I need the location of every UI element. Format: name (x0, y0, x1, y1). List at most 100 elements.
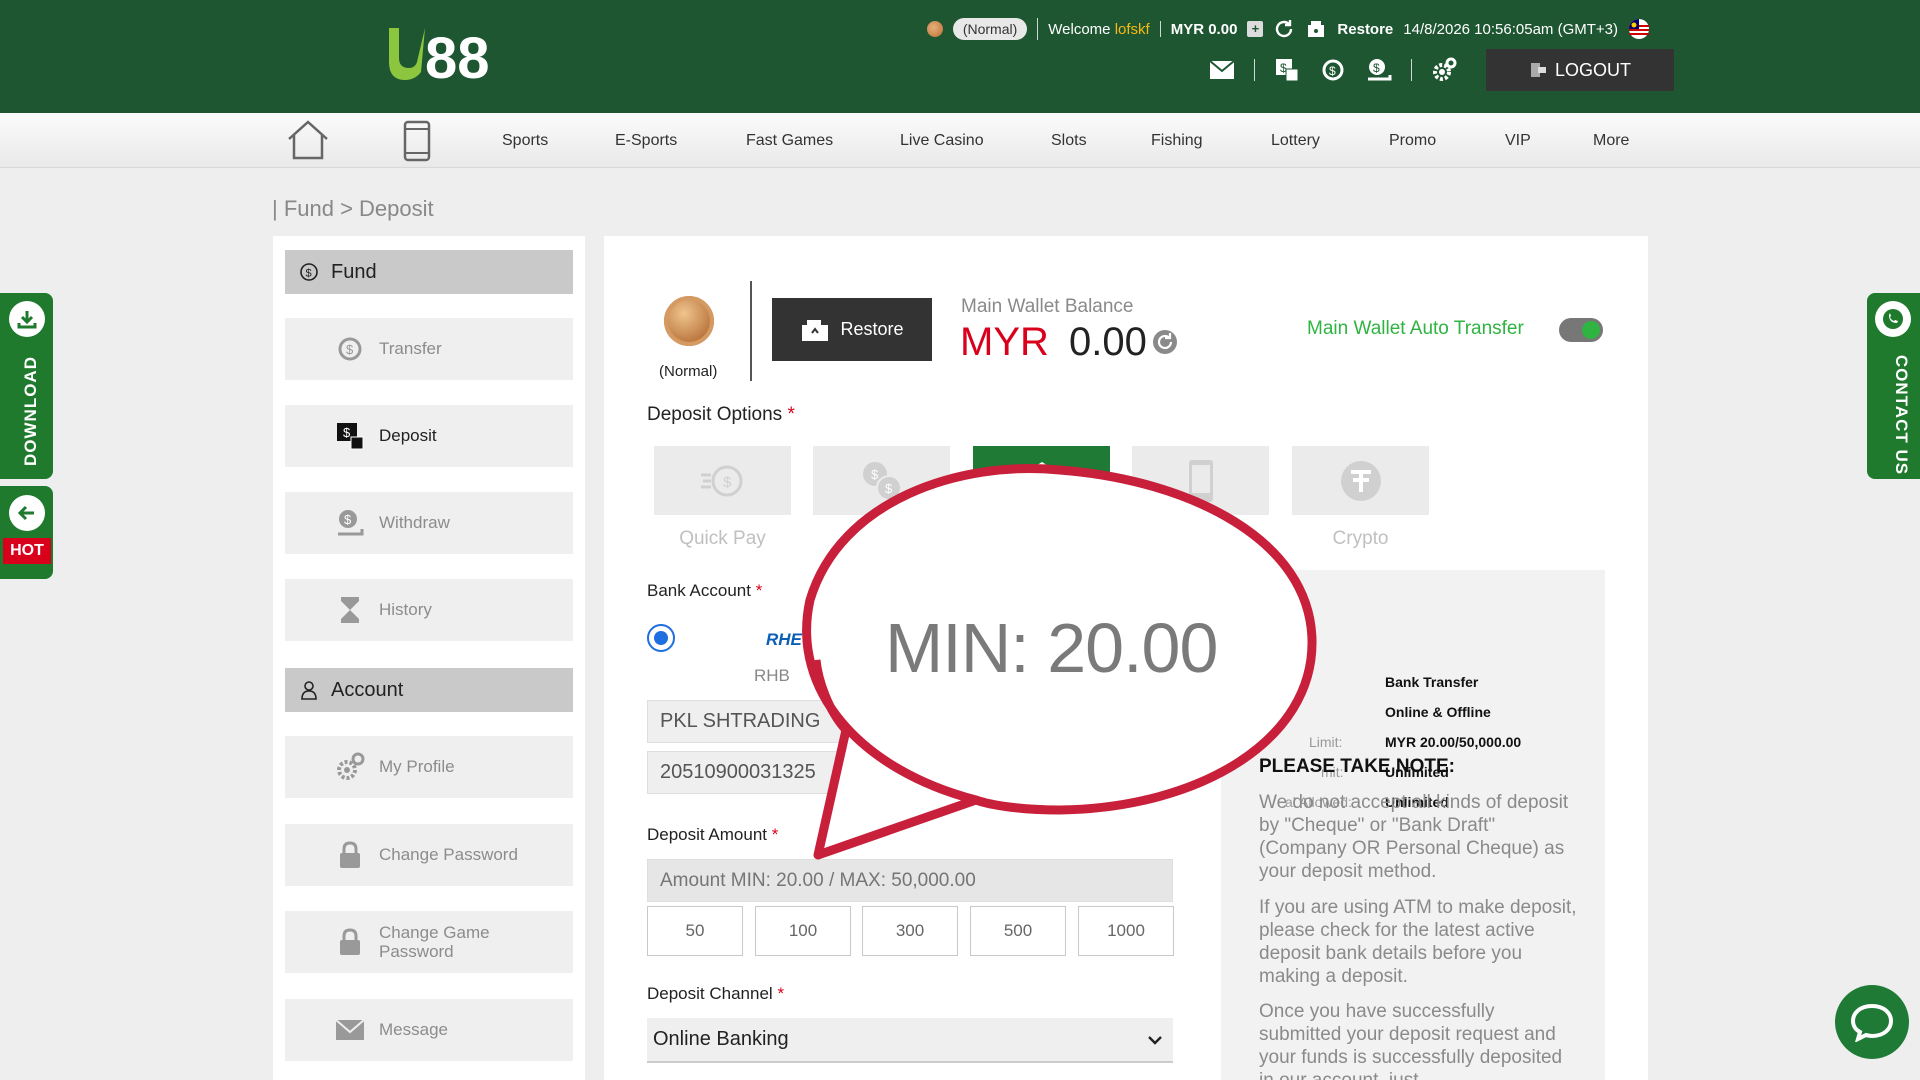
contact-us-tab[interactable]: CONTACT US (1867, 293, 1920, 479)
add-funds-icon[interactable]: + (1247, 21, 1264, 37)
quick-amount-1000[interactable]: 1000 (1078, 906, 1174, 956)
header-wallet-balance: MYR 0.00 (1170, 20, 1238, 38)
quick-amount-50[interactable]: 50 (647, 906, 743, 956)
svg-text:$: $ (1329, 64, 1336, 78)
option-p2p-transfer[interactable]: $ $ (813, 446, 950, 515)
account-actions: $ $ $ LOGOUT (1208, 49, 1674, 91)
nav-esports[interactable]: E-Sports (615, 113, 677, 168)
divider (1159, 21, 1161, 37)
sidebar-item-history[interactable]: History (285, 579, 573, 641)
restore-wallet-icon[interactable] (1305, 18, 1327, 40)
header-restore-link[interactable]: Restore (1337, 21, 1393, 38)
logout-button[interactable]: LOGOUT (1486, 49, 1674, 91)
sidebar-item-transfer[interactable]: $ Transfer (285, 318, 573, 380)
download-icon (9, 301, 45, 337)
nav-lottery[interactable]: Lottery (1271, 113, 1320, 168)
svg-text:$: $ (723, 474, 732, 491)
balance-title: Main Wallet Balance (961, 296, 1134, 317)
sidebar-item-change-game-password[interactable]: Change Game Password (285, 911, 573, 973)
lock-icon (335, 840, 365, 870)
sidebar: $ Fund $ Transfer $ Deposit $ Withdraw H… (273, 236, 585, 1080)
svg-text:$: $ (346, 342, 354, 357)
u88-logo[interactable]: 88 (385, 22, 515, 84)
main-nav: Sports E-Sports Fast Games Live Casino S… (0, 113, 1920, 168)
live-chat-button[interactable] (1835, 985, 1909, 1059)
deposit-amount-label: Deposit Amount * (647, 825, 779, 844)
vip-medal-icon (926, 21, 943, 37)
option-crypto[interactable] (1292, 446, 1429, 515)
deposit-panel: (Normal) Restore Main Wallet Balance MYR… (604, 236, 1648, 1080)
deposit-channel-label: Deposit Channel * (647, 984, 785, 1003)
account-status-bar: (Normal) Welcome lofskf MYR 0.00 + Resto… (926, 16, 1650, 42)
option-label-p2p: P2P T (855, 528, 908, 549)
info-value-method: Bank Transfer (1385, 674, 1479, 690)
note-title: PLEASE TAKE NOTE: (1259, 756, 1455, 777)
balance-amount: 0.00 (1069, 320, 1147, 364)
sidebar-item-my-profile[interactable]: My Profile (285, 736, 573, 798)
quick-amount-500[interactable]: 500 (970, 906, 1066, 956)
nav-vip[interactable]: VIP (1505, 113, 1531, 168)
nav-fishing[interactable]: Fishing (1151, 113, 1203, 168)
option-quick-pay[interactable]: $ (654, 446, 791, 515)
svg-text:$: $ (344, 512, 352, 527)
nav-promo[interactable]: Promo (1389, 113, 1436, 168)
deposit-icon: $ (335, 421, 365, 451)
nav-live-casino[interactable]: Live Casino (900, 113, 984, 168)
vip-level-label: (Normal) (659, 363, 718, 380)
nav-more[interactable]: More (1593, 113, 1629, 168)
restore-button[interactable]: Restore (772, 298, 932, 361)
home-icon[interactable] (286, 119, 330, 161)
bank-radio[interactable] (647, 624, 675, 652)
bank-name: RHB (754, 666, 790, 685)
bank-account-label: Bank Account * (647, 581, 763, 600)
hot-tab[interactable]: HOT (0, 486, 53, 579)
logout-icon (1530, 63, 1546, 77)
mail-icon[interactable] (1208, 56, 1236, 84)
auto-transfer-toggle[interactable] (1559, 318, 1603, 342)
note-paragraph: If you are using ATM to make deposit, pl… (1259, 897, 1577, 987)
chat-icon (1850, 1003, 1894, 1042)
settings-icon[interactable] (1430, 56, 1458, 84)
refresh-icon[interactable] (1273, 18, 1295, 40)
top-header: 88 (Normal) Welcome lofskf MYR 0.00 + Re… (0, 0, 1920, 113)
download-label: DOWNLOAD (20, 356, 40, 466)
deposit-amount-input[interactable] (647, 859, 1173, 902)
sidebar-item-deposit[interactable]: $ Deposit (285, 405, 573, 467)
nav-sports[interactable]: Sports (502, 113, 548, 168)
mobile-app-icon[interactable] (402, 120, 432, 162)
svg-text:$: $ (871, 467, 879, 482)
sidebar-item-message[interactable]: Message (285, 999, 573, 1061)
account-number-field[interactable]: 20510900031325 (647, 751, 1173, 794)
balance-currency: MYR (960, 320, 1049, 364)
balance-refresh-icon[interactable] (1152, 329, 1178, 355)
fund-icon: $ (300, 263, 318, 281)
nav-fast-games[interactable]: Fast Games (746, 113, 833, 168)
quick-amount-100[interactable]: 100 (755, 906, 851, 956)
withdraw-icon: $ (335, 508, 365, 538)
settings-icon (335, 752, 365, 782)
deposit-icon[interactable]: $ (1273, 56, 1301, 84)
username: lofskf (1114, 20, 1150, 38)
option-bank-transfer[interactable]: $ (973, 446, 1110, 515)
sidebar-item-change-password[interactable]: Change Password (285, 824, 573, 886)
nav-slots[interactable]: Slots (1051, 113, 1087, 168)
vip-medal-icon (664, 296, 714, 346)
withdraw-icon[interactable]: $ (1365, 56, 1393, 84)
sidebar-item-withdraw[interactable]: $ Withdraw (285, 492, 573, 554)
mail-icon (335, 1015, 365, 1045)
bank-logo: RHE (766, 630, 802, 649)
vip-level-badge: (Normal) (952, 18, 1028, 40)
deposit-channel-select[interactable]: Online Banking (647, 1018, 1173, 1063)
svg-text:$: $ (885, 481, 893, 496)
quick-amount-300[interactable]: 300 (862, 906, 958, 956)
option-mobile[interactable] (1132, 446, 1269, 515)
account-holder-field[interactable]: PKL SHTRADING (647, 700, 1173, 743)
transfer-icon[interactable]: $ (1319, 56, 1347, 84)
chevron-down-icon (1148, 1035, 1162, 1045)
transfer-icon: $ (335, 334, 365, 364)
info-value-mode: Online & Offline (1385, 704, 1491, 720)
malaysia-flag-icon[interactable] (1628, 18, 1650, 40)
note-paragraph: Once you have successfully submitted you… (1259, 1001, 1563, 1080)
svg-text:$: $ (343, 425, 351, 440)
download-tab[interactable]: DOWNLOAD (0, 293, 53, 479)
